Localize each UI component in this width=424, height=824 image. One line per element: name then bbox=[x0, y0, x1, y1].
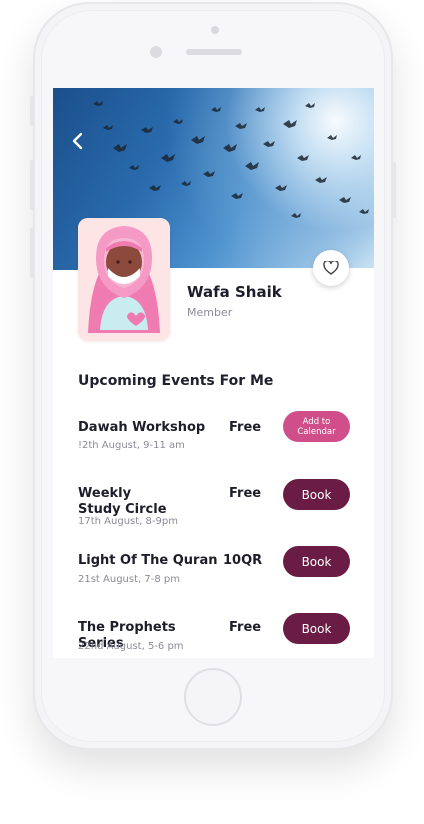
add-to-calendar-button[interactable]: Add to Calendar bbox=[283, 411, 350, 442]
avatar-illustration bbox=[78, 218, 170, 341]
event-date: 22nd August, 5-6 pm bbox=[78, 641, 184, 652]
button-label-line1: Add to bbox=[302, 416, 331, 427]
profile-name: Wafa Shaik bbox=[187, 283, 282, 301]
event-date: !2th August, 9-11 am bbox=[78, 440, 185, 451]
app-screen: Wafa Shaik Member Upcoming Events For Me… bbox=[53, 88, 374, 658]
profile-role: Member bbox=[187, 306, 233, 319]
home-button[interactable] bbox=[184, 668, 242, 726]
event-price: Free bbox=[229, 420, 262, 435]
favorite-button[interactable] bbox=[313, 250, 349, 286]
volume-up-button bbox=[30, 160, 34, 210]
power-button bbox=[392, 162, 396, 218]
heart-icon bbox=[323, 261, 339, 275]
earpiece-speaker bbox=[186, 49, 242, 55]
front-camera bbox=[150, 46, 162, 58]
event-date: 17th August, 8-9pm bbox=[78, 516, 178, 527]
event-title: Light Of The Quran bbox=[78, 553, 218, 568]
book-button[interactable]: Book bbox=[283, 546, 350, 577]
avatar bbox=[78, 218, 170, 341]
event-price: 10QR bbox=[223, 553, 263, 568]
mute-switch bbox=[30, 96, 34, 126]
event-title: Dawah Workshop bbox=[78, 420, 206, 435]
event-date: 21st August, 7-8 pm bbox=[78, 574, 180, 585]
book-button[interactable]: Book bbox=[283, 479, 350, 510]
volume-down-button bbox=[30, 228, 34, 278]
camera-dot bbox=[211, 26, 219, 34]
section-title: Upcoming Events For Me bbox=[78, 373, 274, 389]
button-label-line2: Calendar bbox=[297, 426, 336, 437]
event-title: Weekly Study Circle bbox=[78, 486, 167, 517]
event-price: Free bbox=[229, 620, 262, 635]
back-button[interactable] bbox=[71, 132, 93, 154]
book-button[interactable]: Book bbox=[283, 613, 350, 644]
event-price: Free bbox=[229, 486, 262, 501]
chevron-left-icon bbox=[72, 132, 83, 150]
